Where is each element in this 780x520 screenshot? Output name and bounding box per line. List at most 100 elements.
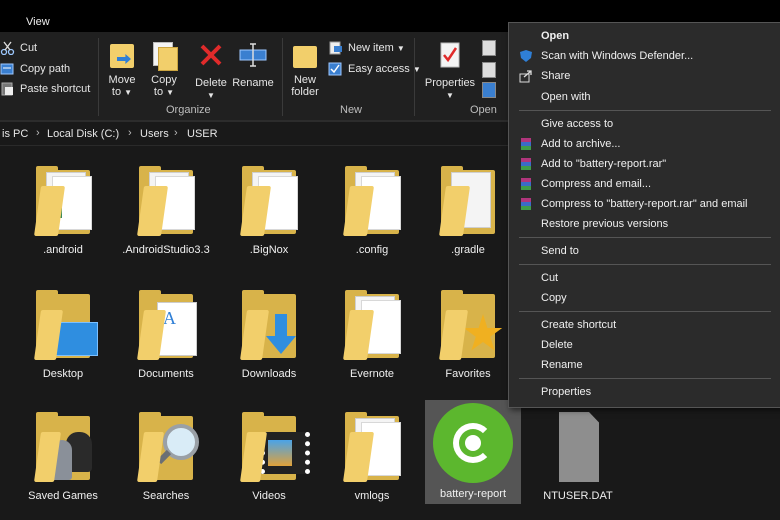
group-label-organize: Organize [166,104,211,116]
breadcrumb-user[interactable]: USER [187,128,218,140]
folder-icon [341,410,403,486]
share-icon [519,70,532,83]
file-name: vmlogs [354,490,390,502]
menu-item-copy[interactable]: Copy [509,288,780,308]
copy-path-label: Copy path [20,63,71,75]
file-name: Searches [142,490,190,502]
group-label-new: New [340,104,363,116]
properties-button[interactable]: Properties ▼ [422,38,478,102]
ribbon-separator [98,38,99,116]
breadcrumb-chevron-icon[interactable]: › [128,127,132,139]
move-to-label-2: to [111,86,122,98]
windows-defender-icon [520,50,532,62]
folder-item[interactable]: vmlogs [327,410,417,503]
file-name: NTUSER.DAT [543,490,613,502]
menu-item-add-to-archive[interactable]: Add to archive... [509,134,780,154]
file-name: .config [355,244,389,256]
folder-item[interactable]: .android [18,164,108,257]
folder-icon [341,164,403,240]
copy-path-icon [0,63,14,75]
history-icon[interactable] [482,82,496,98]
folder-item[interactable]: Evernote [327,288,417,381]
file-name: .android [43,244,83,256]
menu-item-open-with[interactable]: Open with [509,87,780,107]
paste-shortcut-label: Paste shortcut [20,83,91,95]
delete-button[interactable]: Delete ▼ [191,38,231,102]
edit-icon[interactable] [482,62,496,78]
easy-access-label: Easy access [348,63,410,75]
file-name: .gradle [451,244,485,256]
new-item-button[interactable]: New item ▼ [328,40,405,56]
file-item-selected[interactable]: battery-report [425,400,521,504]
menu-item-send-to[interactable]: Send to [509,241,780,261]
menu-item-share[interactable]: Share [509,66,780,86]
menu-item-restore-versions[interactable]: Restore previous versions [509,214,780,234]
copy-to-label-2: to [153,86,164,98]
menu-item-create-shortcut[interactable]: Create shortcut [509,315,780,335]
cut-button[interactable]: Cut [0,40,37,56]
winrar-icon [521,138,531,150]
menu-item-properties[interactable]: Properties [509,382,780,402]
folder-item[interactable]: Favorites [430,288,506,381]
rename-button[interactable]: Rename [232,38,274,89]
folder-item[interactable]: .config [327,164,417,257]
ribbon-separator [414,38,415,116]
context-menu: Open Scan with Windows Defender... Share… [508,22,780,408]
videos-folder-icon [238,410,310,486]
file-item[interactable]: NTUSER.DAT [533,410,623,503]
folder-icon [135,164,197,240]
open-icon[interactable] [482,40,496,56]
breadcrumb-this-pc[interactable]: is PC [2,128,28,140]
documents-folder-icon: A [135,288,197,364]
breadcrumb-local-disk[interactable]: Local Disk (C:) [47,128,119,140]
menu-item-compress-email[interactable]: Compress and email... [509,174,780,194]
file-name: Documents [138,368,194,380]
copy-to-icon [149,40,179,71]
menu-item-add-to-rar[interactable]: Add to "battery-report.rar" [509,154,780,174]
copy-path-button[interactable]: Copy path [0,61,70,77]
menu-item-open[interactable]: Open [509,26,780,46]
folder-item[interactable]: Videos [224,410,314,503]
menu-item-delete[interactable]: Delete [509,335,780,355]
tab-view[interactable]: View [26,16,50,28]
file-name: Evernote [349,368,395,380]
folder-item[interactable]: A Documents [121,288,211,381]
folder-item[interactable]: Desktop [18,288,108,381]
folder-item[interactable]: Searches [121,410,211,503]
folder-icon [32,164,94,240]
folder-item[interactable]: .BigNox [224,164,314,257]
menu-separator [519,311,771,312]
copy-to-label: Copy [151,74,177,86]
easy-access-icon [328,62,342,76]
new-item-label: New item [348,42,394,54]
menu-item-cut[interactable]: Cut [509,268,780,288]
breadcrumb-users[interactable]: Users [140,128,169,140]
menu-item-scan-defender[interactable]: Scan with Windows Defender... [509,46,780,66]
breadcrumb-chevron-icon[interactable]: › [174,127,178,139]
desktop-folder-icon [32,288,98,364]
menu-item-give-access[interactable]: Give access to [509,114,780,134]
system-file-icon [547,410,609,486]
easy-access-button[interactable]: Easy access ▼ [328,61,421,77]
folder-item[interactable]: Downloads [224,288,314,381]
new-folder-button[interactable]: New folder [286,38,324,98]
folder-item[interactable]: .gradle [430,164,506,257]
properties-icon [440,42,460,68]
file-name: .BigNox [249,244,289,256]
breadcrumb-chevron-icon[interactable]: › [36,127,40,139]
menu-item-rename[interactable]: Rename [509,355,780,375]
saved-games-folder-icon [32,410,94,486]
rename-icon [239,43,267,67]
paste-shortcut-button[interactable]: Paste shortcut [0,81,90,97]
group-label-open: Open [470,104,497,116]
new-folder-icon [290,40,320,70]
file-name: .AndroidStudio3.3 [122,244,210,256]
copy-to-button[interactable]: Copy to ▼ [146,38,182,99]
folder-item[interactable]: .AndroidStudio3.3 [121,164,211,257]
move-to-button[interactable]: Move to ▼ [104,38,140,99]
folder-item[interactable]: Saved Games [18,410,108,503]
menu-separator [519,110,771,111]
coccoc-app-icon [428,402,518,486]
folder-icon [341,288,403,364]
menu-item-compress-to-rar-email[interactable]: Compress to "battery-report.rar" and ema… [509,194,780,214]
